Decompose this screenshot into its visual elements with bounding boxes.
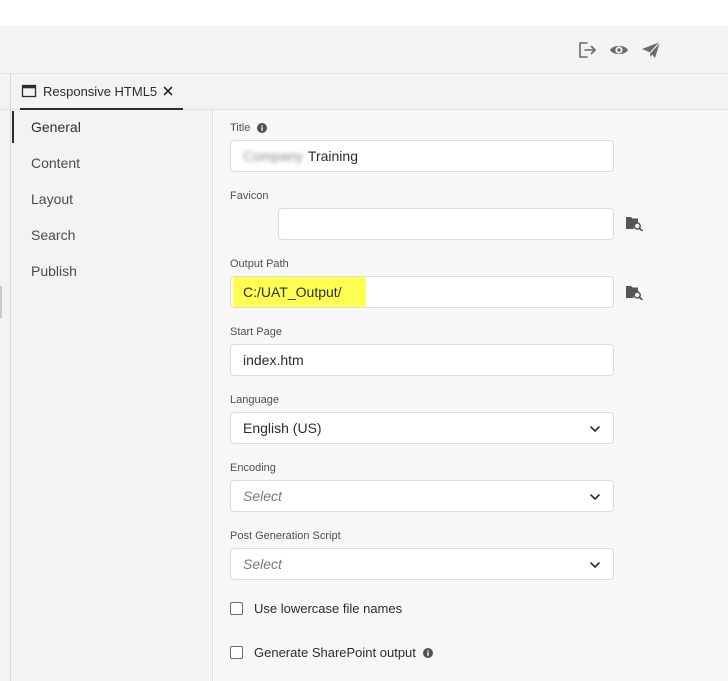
sidebar-item-general[interactable]: General xyxy=(12,111,212,143)
lowercase-checkbox[interactable] xyxy=(230,602,243,615)
sharepoint-checkbox[interactable] xyxy=(230,646,243,659)
encoding-placeholder: Select xyxy=(243,488,282,504)
encoding-label: Encoding xyxy=(230,462,276,474)
title-label: Title xyxy=(230,122,268,134)
tab-label: Responsive HTML5 xyxy=(43,83,158,99)
post-script-label-text: Post Generation Script xyxy=(230,530,341,542)
panel-edge xyxy=(10,110,11,681)
browse-folder-icon[interactable] xyxy=(625,284,643,300)
sidebar-item-publish[interactable]: Publish xyxy=(12,255,212,287)
chevron-down-icon xyxy=(589,491,601,503)
favicon-label-text: Favicon xyxy=(230,190,269,202)
output-path-label: Output Path xyxy=(230,258,289,270)
favicon-label: Favicon xyxy=(230,190,269,202)
toolbar xyxy=(0,26,728,74)
sidebar-item-content[interactable]: Content xyxy=(12,147,212,179)
language-label-text: Language xyxy=(230,394,279,406)
output-path-label-text: Output Path xyxy=(230,258,289,270)
lowercase-label: Use lowercase file names xyxy=(254,601,403,616)
language-value: English (US) xyxy=(243,420,322,436)
info-icon[interactable] xyxy=(257,123,268,133)
chevron-down-icon xyxy=(589,423,601,435)
start-page-value: index.htm xyxy=(243,352,304,368)
lowercase-option: Use lowercase file names xyxy=(230,601,402,616)
resize-handle[interactable] xyxy=(0,286,2,318)
info-icon[interactable] xyxy=(422,647,433,658)
title-value: Training xyxy=(307,148,358,164)
encoding-label-text: Encoding xyxy=(230,462,276,474)
settings-panel: Title Company Training Favicon Output Pa… xyxy=(214,110,728,681)
sidebar-item-search[interactable]: Search xyxy=(12,219,212,251)
browse-folder-icon[interactable] xyxy=(625,215,643,231)
tab-bar: Responsive HTML5 xyxy=(0,74,728,110)
close-icon[interactable] xyxy=(161,84,175,98)
language-select[interactable]: English (US) xyxy=(230,412,614,444)
sidebar: General Content Layout Search Publish xyxy=(0,110,213,681)
title-input[interactable]: Company Training xyxy=(230,140,614,172)
output-path-input[interactable]: C:/UAT_Output/ xyxy=(230,276,614,308)
panel-edge xyxy=(10,74,11,110)
title-label-text: Title xyxy=(230,122,251,134)
window-icon xyxy=(21,84,37,98)
start-page-label-text: Start Page xyxy=(230,326,282,338)
output-path-value: C:/UAT_Output/ xyxy=(243,284,342,300)
sidebar-item-layout[interactable]: Layout xyxy=(12,183,212,215)
post-script-label: Post Generation Script xyxy=(230,530,341,542)
language-label: Language xyxy=(230,394,279,406)
post-script-placeholder: Select xyxy=(243,556,282,572)
start-page-input[interactable]: index.htm xyxy=(230,344,614,376)
start-page-label: Start Page xyxy=(230,326,282,338)
chevron-down-icon xyxy=(589,559,601,571)
post-script-select[interactable]: Select xyxy=(230,548,614,580)
favicon-input[interactable] xyxy=(278,208,614,240)
encoding-select[interactable]: Select xyxy=(230,480,614,512)
send-icon[interactable] xyxy=(640,39,662,61)
tab-responsive-html5[interactable]: Responsive HTML5 xyxy=(20,74,183,110)
export-icon[interactable] xyxy=(576,39,598,61)
sharepoint-option: Generate SharePoint output xyxy=(230,645,433,660)
eye-icon[interactable] xyxy=(608,39,630,61)
title-blurred-text: Company xyxy=(243,148,303,164)
sharepoint-label: Generate SharePoint output xyxy=(254,645,416,660)
window-top-strip xyxy=(0,0,728,26)
